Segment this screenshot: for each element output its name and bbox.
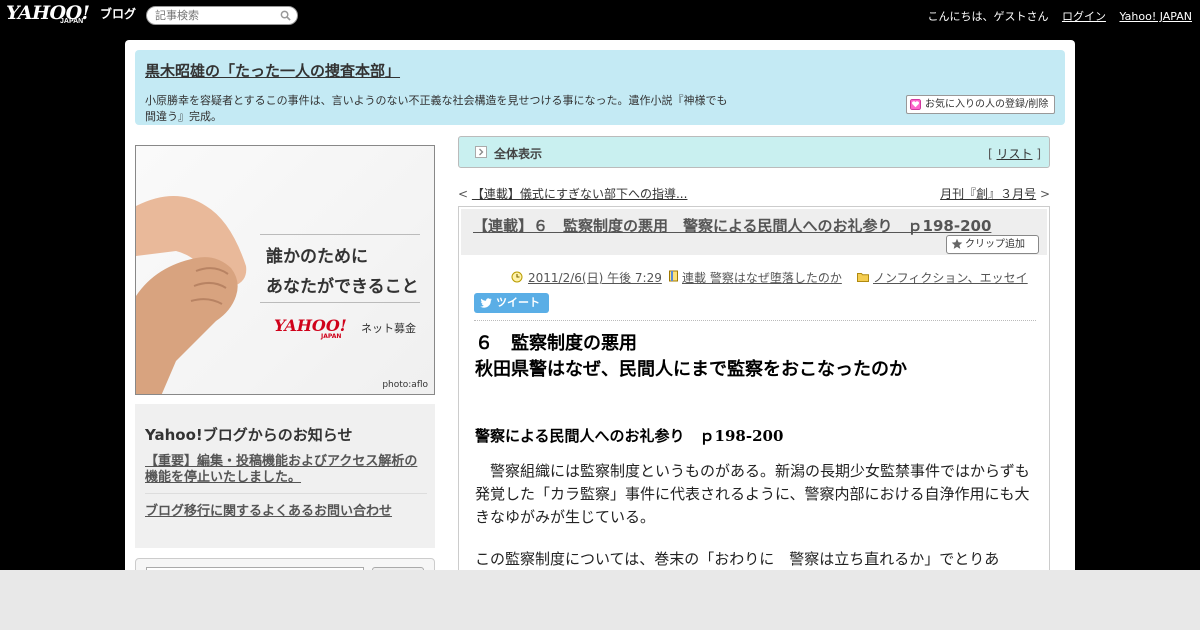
notice-item-link[interactable]: ブログ移行に関するよくあるお問い合わせ — [145, 500, 392, 519]
ad-photo-credit: photo:aflo — [382, 380, 428, 390]
next-article-link[interactable]: 月刊『創』３月号 — [940, 187, 1036, 201]
all-view-link[interactable]: 全体表示 — [494, 145, 542, 162]
prev-arrow: < — [458, 187, 472, 201]
page-footer-background — [0, 570, 1200, 630]
notice-item-link[interactable]: 【重要】編集・投稿機能およびアクセス解析の機能を停止いたしました。 — [145, 454, 427, 486]
user-menu: こんにちは、ゲストさん ログイン Yahoo! JAPAN — [917, 8, 1192, 24]
list-view-link[interactable]: リスト — [996, 147, 1032, 161]
heart-icon — [910, 99, 921, 110]
login-link[interactable]: ログイン — [1062, 10, 1106, 23]
blog-description: 小原勝幸を容疑者とするこの事件は、言いようのない不正義な社会構造を見せつける事に… — [145, 94, 728, 123]
article-date[interactable]: 2011/2/6(日) 午後 7:29 — [528, 269, 662, 286]
search-input[interactable] — [155, 9, 275, 22]
twitter-bird-icon — [480, 298, 492, 308]
next-arrow: > — [1036, 187, 1050, 201]
blog-search-box — [146, 6, 298, 25]
ad-service-name: ネット募金 — [361, 322, 416, 335]
greeting-text: こんにちは、ゲストさん — [927, 10, 1049, 23]
favorite-register-label: お気に入りの人の登録/削除 — [925, 99, 1049, 110]
ad-headline-1: 誰かのために — [266, 247, 368, 267]
blog-title[interactable]: 黒木昭雄の「たった一人の捜査本部」 — [145, 60, 400, 81]
clock-icon — [511, 271, 523, 283]
list-view-control: [ リスト ] — [988, 145, 1041, 162]
clip-add-button[interactable]: クリップ追加 — [946, 235, 1039, 254]
star-icon — [951, 238, 963, 249]
chevron-right-icon — [475, 146, 487, 158]
article-divider — [474, 320, 1036, 321]
ad-banner[interactable]: 誰かのために あなたができること YAHOO! JAPAN ネット募金 phot… — [135, 145, 435, 395]
all-view-bar: 全体表示 [ リスト ] — [458, 136, 1050, 168]
article-paragraph-1: 警察組織には監察制度というものがある。新潟の長期少女監禁事件ではからずも発覚した… — [475, 462, 1030, 526]
ad-divider — [260, 234, 420, 235]
tweet-label: ツイート — [496, 296, 540, 309]
clip-add-label: クリップ追加 — [965, 239, 1025, 250]
article-subheading: 警察による民間人へのお礼参り ｐ198-200 — [475, 427, 784, 445]
article-genre-link[interactable]: ノンフィクション、エッセイ — [873, 269, 1028, 286]
blog-logo[interactable]: ブログ — [100, 5, 136, 22]
top-bar: YAHOO! JAPAN ブログ こんにちは、ゲストさん ログイン Yahoo!… — [0, 0, 1200, 32]
article: 【連載】６ 監察制度の悪用 警察による民間人へのお礼参り ｐ198-200 クリ… — [458, 206, 1050, 586]
tweet-button[interactable]: ツイート — [474, 293, 549, 313]
article-category-link[interactable]: 連載 警察はなぜ堕落したのか — [682, 269, 842, 286]
article-paragraph-2: この監察制度については、巻末の「おわりに 警察は立ち直れるか」でとりあ — [475, 550, 1000, 568]
list-bracket-close: ] — [1032, 147, 1041, 161]
article-heading-1: ６ 監察制度の悪用 — [475, 333, 637, 354]
ad-yahoo-logo-sub: JAPAN — [321, 333, 342, 340]
article-title[interactable]: 【連載】６ 監察制度の悪用 警察による民間人へのお礼参り ｐ198-200 — [473, 215, 991, 236]
blog-header: 黒木昭雄の「たった一人の捜査本部」 小原勝幸を容疑者とするこの事件は、言いようの… — [135, 50, 1065, 125]
notice-title: Yahoo!ブログからのお知らせ — [145, 426, 353, 444]
notice-divider — [145, 493, 427, 494]
yahoo-logo-sub: JAPAN — [60, 18, 84, 25]
favorite-register-button[interactable]: お気に入りの人の登録/削除 — [906, 95, 1055, 114]
main-panel: 黒木昭雄の「たった一人の捜査本部」 小原勝幸を容疑者とするこの事件は、言いようの… — [125, 40, 1075, 588]
search-icon[interactable] — [280, 10, 291, 21]
hands-illustration — [136, 196, 247, 394]
yahoo-japan-link[interactable]: Yahoo! JAPAN — [1119, 10, 1192, 23]
notice-box: Yahoo!ブログからのお知らせ 【重要】編集・投稿機能およびアクセス解析の機能… — [135, 404, 435, 548]
previous-article-link[interactable]: 【連載】儀式にすぎない部下への指導... — [472, 187, 688, 201]
ad-headline-2: あなたができること — [266, 277, 419, 297]
previous-article-nav: < 【連載】儀式にすぎない部下への指導... — [458, 185, 687, 202]
folder-icon — [857, 273, 869, 282]
next-article-nav: 月刊『創』３月号 > — [940, 185, 1050, 202]
article-header: 【連載】６ 監察制度の悪用 警察による民間人へのお礼参り ｐ198-200 クリ… — [461, 209, 1047, 255]
ad-divider — [260, 302, 420, 303]
article-heading-2: 秋田県警はなぜ、民間人にまで監察をおこなったのか — [475, 359, 907, 380]
book-icon — [669, 270, 678, 282]
